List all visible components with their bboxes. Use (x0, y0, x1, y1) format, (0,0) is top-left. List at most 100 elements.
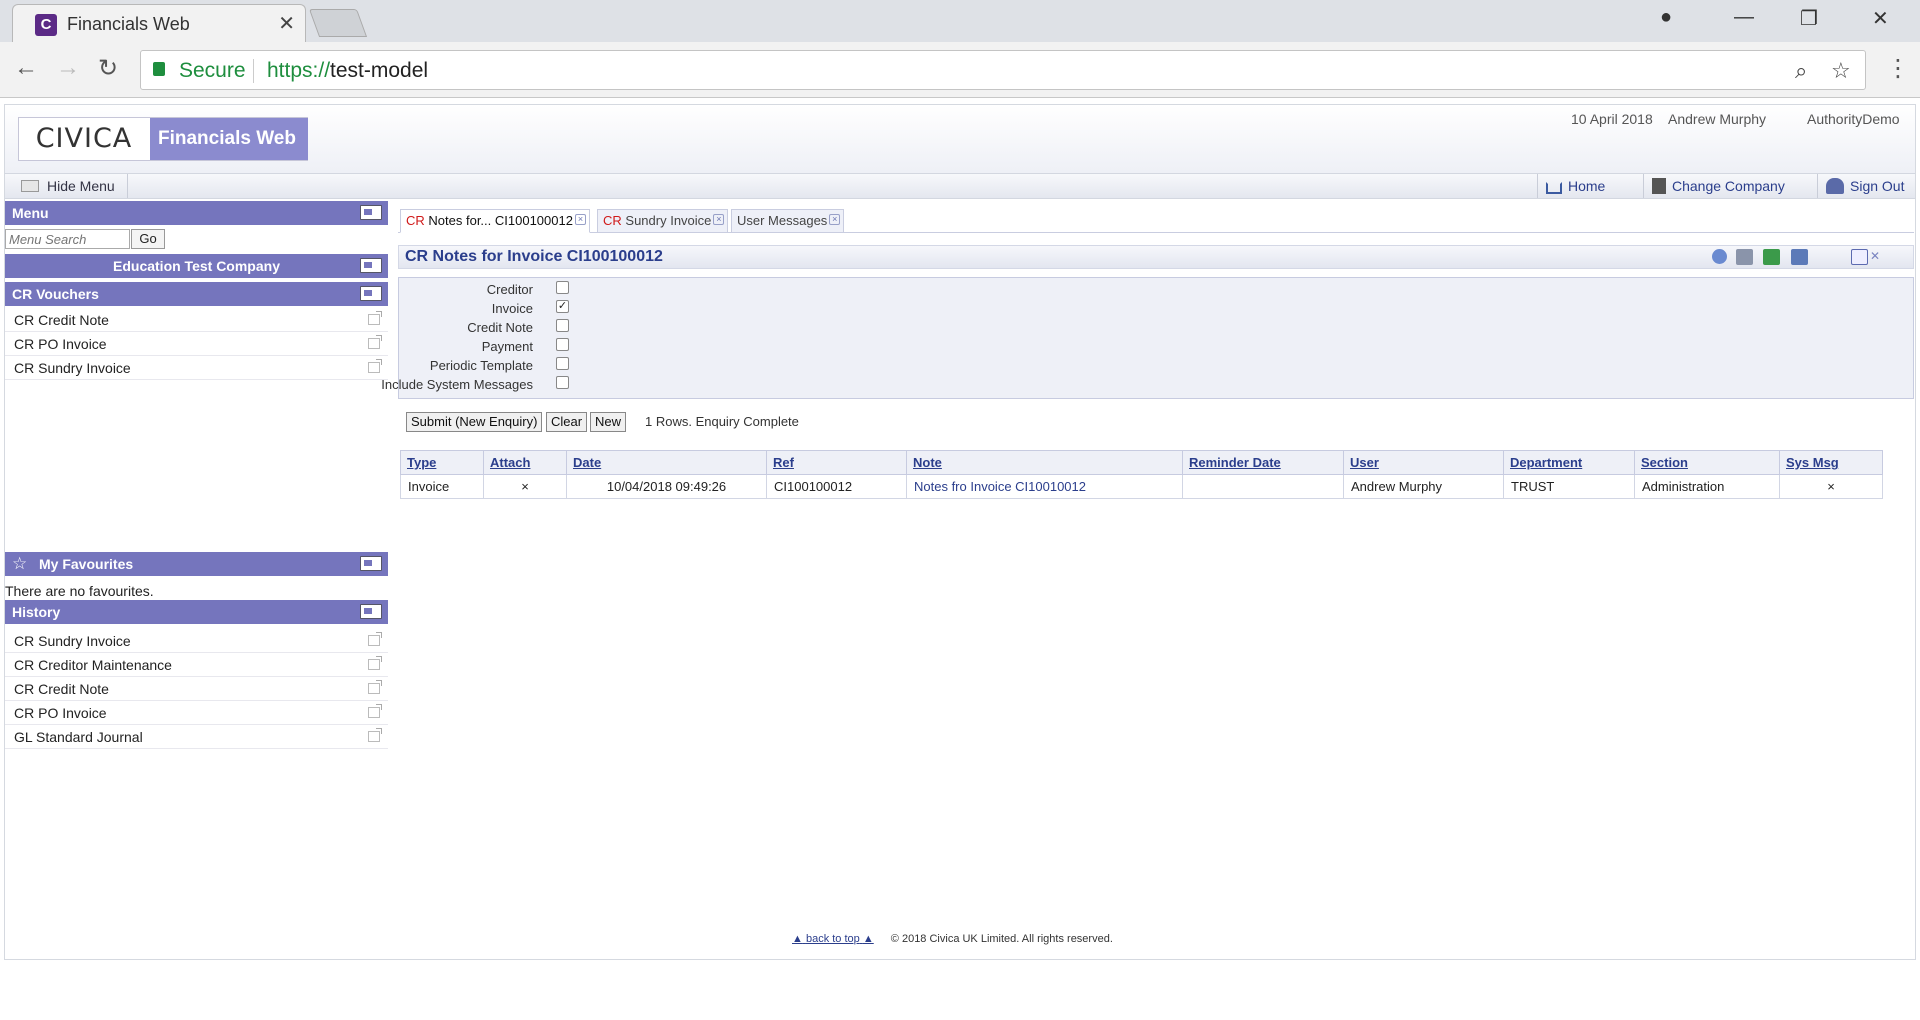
excel-export-icon[interactable] (1763, 249, 1780, 265)
cell-note-link[interactable]: Notes fro Invoice CI10010012 (906, 474, 1183, 499)
table-header-row: Type Attach Date Ref Note Reminder Date … (400, 450, 1883, 475)
change-company-label: Change Company (1672, 178, 1785, 194)
column-header[interactable]: User (1343, 450, 1504, 475)
url-text[interactable]: https://test-model (267, 59, 428, 83)
sidebar-item-cr-credit-note[interactable]: CR Credit Note (5, 308, 388, 332)
tab-close-icon[interactable]: ✕ (278, 11, 295, 36)
open-window-icon[interactable] (368, 704, 382, 718)
browser-tab[interactable]: C Financials Web ✕ (12, 4, 306, 42)
submit-button[interactable]: Submit (New Enquiry) (406, 412, 543, 432)
history-item[interactable]: GL Standard Journal (5, 725, 388, 749)
hide-menu-icon (21, 180, 39, 192)
address-bar[interactable]: Secure https://test-model ⌕ ☆ (140, 50, 1866, 90)
column-header[interactable]: Section (1634, 450, 1780, 475)
tab-notes[interactable]: CR Notes for... CI100100012 × (400, 209, 590, 233)
tab-label: Notes for... CI100100012 (428, 213, 573, 228)
tab-close-icon[interactable]: × (713, 214, 725, 225)
history-item[interactable]: CR PO Invoice (5, 701, 388, 725)
payment-checkbox[interactable] (556, 338, 569, 351)
star-icon: ☆ (12, 554, 28, 573)
open-window-icon[interactable] (368, 728, 382, 742)
open-window-icon[interactable] (368, 359, 382, 373)
panel-toggle-icon[interactable] (360, 258, 382, 273)
panel-toggle-icon[interactable] (360, 556, 382, 571)
vouchers-header: CR Vouchers (5, 282, 388, 306)
tab-user-messages[interactable]: User Messages × (731, 209, 845, 233)
folder-up-icon[interactable] (360, 286, 382, 301)
sidebar-item-cr-sundry-invoice[interactable]: CR Sundry Invoice (5, 356, 388, 380)
favourites-header: ☆ My Favourites (5, 552, 388, 576)
page-footer: ▲ back to top ▲ © 2018 Civica UK Limited… (792, 933, 1113, 945)
column-header[interactable]: Sys Msg (1779, 450, 1883, 475)
history-item[interactable]: CR Credit Note (5, 677, 388, 701)
hide-menu-button[interactable]: Hide Menu (15, 174, 128, 198)
restore-icon[interactable]: ❐ (1800, 6, 1818, 31)
new-window-icon[interactable] (1851, 249, 1868, 265)
open-window-icon[interactable] (368, 311, 382, 325)
history-item[interactable]: CR Sundry Invoice (5, 629, 388, 653)
filter-label-periodic-template: Periodic Template (429, 358, 533, 373)
url-protocol: https:// (267, 59, 331, 82)
back-arrow-icon[interactable]: ← (14, 54, 38, 82)
bookmark-star-icon[interactable]: ☆ (1831, 58, 1851, 84)
credit-note-checkbox[interactable] (556, 319, 569, 332)
column-header[interactable]: Note (906, 450, 1183, 475)
column-header[interactable]: Date (566, 450, 767, 475)
clear-button[interactable]: Clear (546, 412, 588, 432)
column-header[interactable]: Attach (483, 450, 567, 475)
sidebar-item-cr-po-invoice[interactable]: CR PO Invoice (5, 332, 388, 356)
column-header[interactable]: Ref (766, 450, 907, 475)
column-header[interactable]: Type (400, 450, 484, 475)
invoice-checkbox[interactable]: ✓ (556, 300, 569, 313)
tab-label: Sundry Invoice (625, 213, 712, 228)
profile-icon[interactable]: ● (1660, 6, 1672, 29)
table-row[interactable]: Invoice × 10/04/2018 09:49:26 CI10010001… (400, 474, 1883, 499)
panel-toggle-icon[interactable] (360, 604, 382, 619)
panel-toggle-icon[interactable] (360, 205, 382, 220)
column-header[interactable]: Department (1503, 450, 1635, 475)
go-button[interactable]: Go (131, 229, 165, 249)
back-to-top-link[interactable]: ▲ back to top ▲ (792, 933, 874, 945)
document-icon[interactable] (1791, 249, 1808, 265)
no-favourites-text: There are no favourites. (5, 583, 154, 599)
copyright-text: © 2018 Civica UK Limited. All rights res… (890, 933, 1113, 945)
zoom-icon[interactable]: ⌕ (1795, 58, 1807, 84)
column-header[interactable]: Reminder Date (1182, 450, 1344, 475)
print-icon[interactable] (1736, 249, 1753, 265)
window-close-icon[interactable]: ✕ (1872, 6, 1889, 31)
new-button[interactable]: New (590, 412, 627, 432)
menu-search-input[interactable] (5, 229, 130, 249)
open-window-icon[interactable] (368, 632, 382, 646)
forward-arrow-icon[interactable]: → (56, 54, 80, 82)
home-link[interactable]: Home (1537, 174, 1613, 198)
filter-label-credit-note: Credit Note (467, 320, 533, 335)
browser-menu-icon[interactable]: ⋮ (1886, 54, 1910, 83)
creditor-checkbox[interactable] (556, 281, 569, 294)
new-tab-button[interactable] (308, 9, 368, 37)
change-company-link[interactable]: Change Company (1643, 174, 1793, 198)
open-window-icon[interactable] (368, 335, 382, 349)
panel-close-icon[interactable]: ✕ (1870, 249, 1887, 265)
cell-ref: CI100100012 (766, 474, 907, 499)
sign-out-label: Sign Out (1850, 178, 1905, 194)
open-window-icon[interactable] (368, 656, 382, 670)
history-item[interactable]: CR Creditor Maintenance (5, 653, 388, 677)
sidebar-item-label: CR PO Invoice (14, 336, 107, 352)
periodic-template-checkbox[interactable] (556, 357, 569, 370)
enquiry-status: 1 Rows. Enquiry Complete (645, 414, 799, 429)
logo-product: Financials Web (150, 118, 308, 160)
app-toolbar: Hide Menu Home Change Company Sign Out (5, 173, 1915, 199)
open-window-icon[interactable] (368, 680, 382, 694)
tab-close-icon[interactable]: × (574, 214, 586, 225)
reload-icon[interactable]: ↻ (98, 54, 118, 83)
system-messages-checkbox[interactable] (556, 376, 569, 389)
tab-sundry-invoice[interactable]: CR Sundry Invoice × (597, 209, 729, 233)
cell-sys-msg: × (1779, 474, 1883, 499)
minimize-icon[interactable]: — (1734, 6, 1754, 29)
tab-close-icon[interactable]: × (829, 214, 841, 225)
help-icon[interactable] (1712, 249, 1727, 264)
menu-header: Menu (5, 201, 388, 225)
cell-department: TRUST (1503, 474, 1635, 499)
filter-label-creditor: Creditor (486, 282, 533, 297)
sign-out-link[interactable]: Sign Out (1817, 174, 1912, 198)
